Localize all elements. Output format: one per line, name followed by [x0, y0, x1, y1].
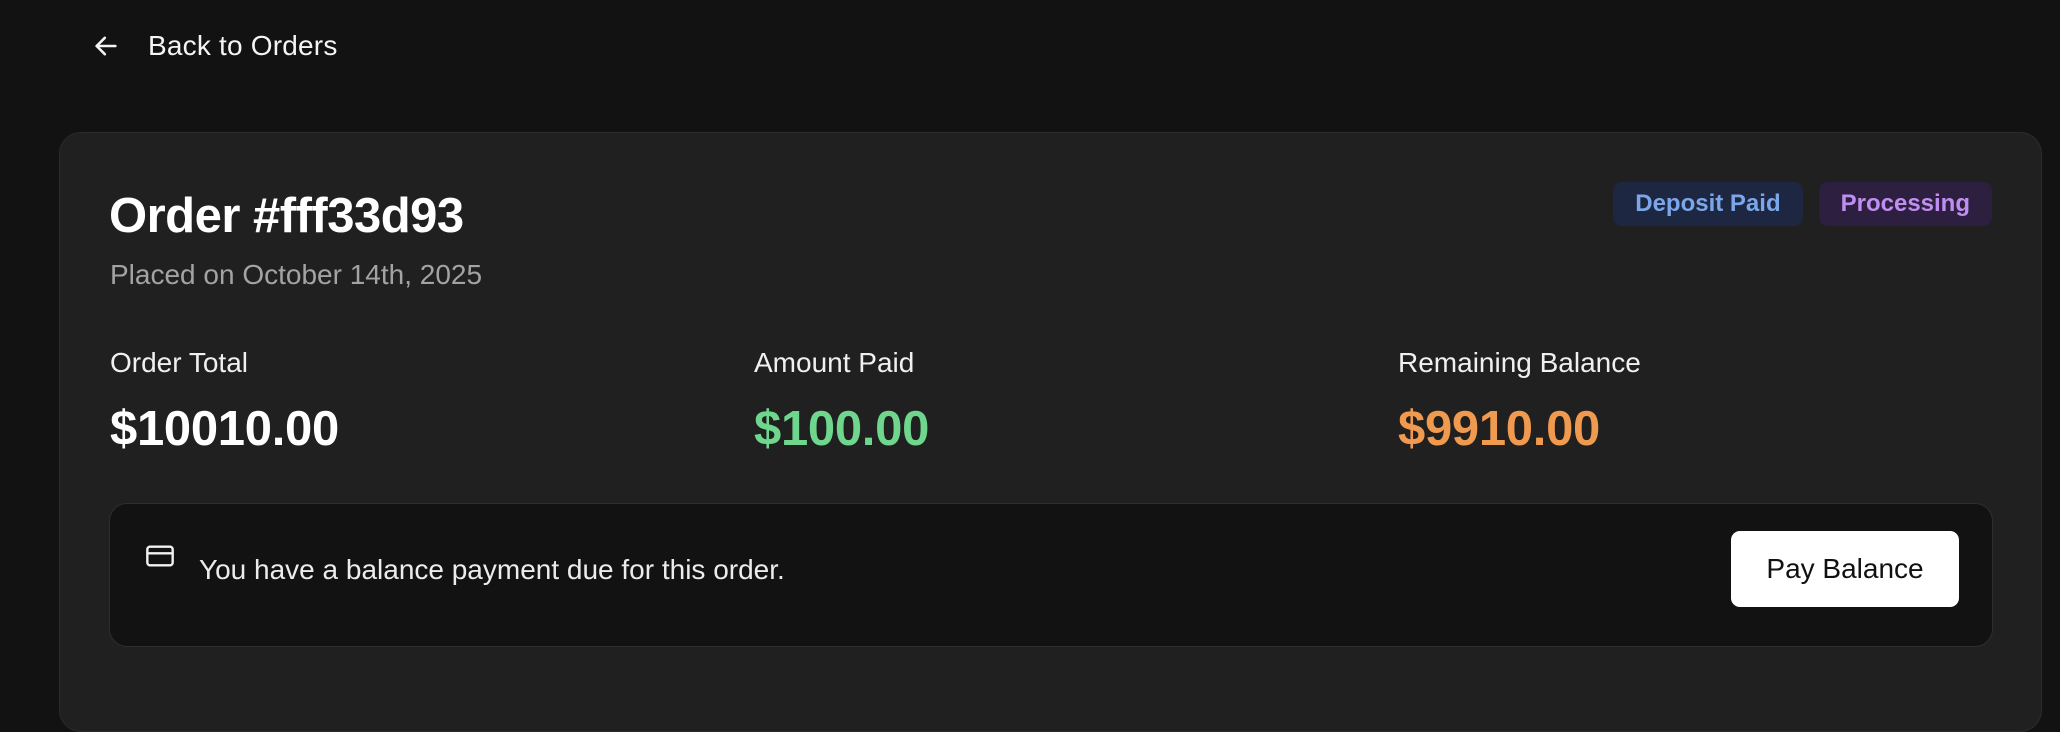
deposit-paid-badge: Deposit Paid: [1613, 182, 1803, 226]
back-link-label: Back to Orders: [148, 30, 338, 61]
balance-due-notice: You have a balance payment due for this …: [109, 503, 1993, 647]
order-total-value: $10010.00: [110, 402, 339, 456]
pay-balance-button[interactable]: Pay Balance: [1731, 531, 1959, 607]
credit-card-icon: [144, 540, 176, 572]
balance-due-message: You have a balance payment due for this …: [199, 554, 785, 585]
order-total-stat: Order Total $10010.00: [110, 347, 339, 457]
order-placed-date: Placed on October 14th, 2025: [110, 259, 483, 290]
amount-paid-value: $100.00: [754, 402, 930, 456]
order-total-label: Order Total: [110, 347, 248, 378]
order-title: Order #fff33d93: [109, 189, 464, 243]
remaining-balance-label: Remaining Balance: [1398, 347, 1641, 378]
order-summary-card: Order #fff33d93 Placed on October 14th, …: [59, 132, 2042, 732]
amount-paid-label: Amount Paid: [754, 347, 915, 378]
processing-status-badge: Processing: [1818, 182, 1992, 226]
amount-paid-stat: Amount Paid $100.00: [754, 347, 929, 457]
back-to-orders-link[interactable]: Back to Orders: [92, 22, 338, 70]
arrow-left-icon: [92, 32, 120, 60]
remaining-balance-value: $9910.00: [1398, 402, 1600, 456]
remaining-balance-stat: Remaining Balance $9910.00: [1398, 347, 1641, 457]
order-status-badges: Deposit Paid Processing: [1613, 182, 1992, 226]
